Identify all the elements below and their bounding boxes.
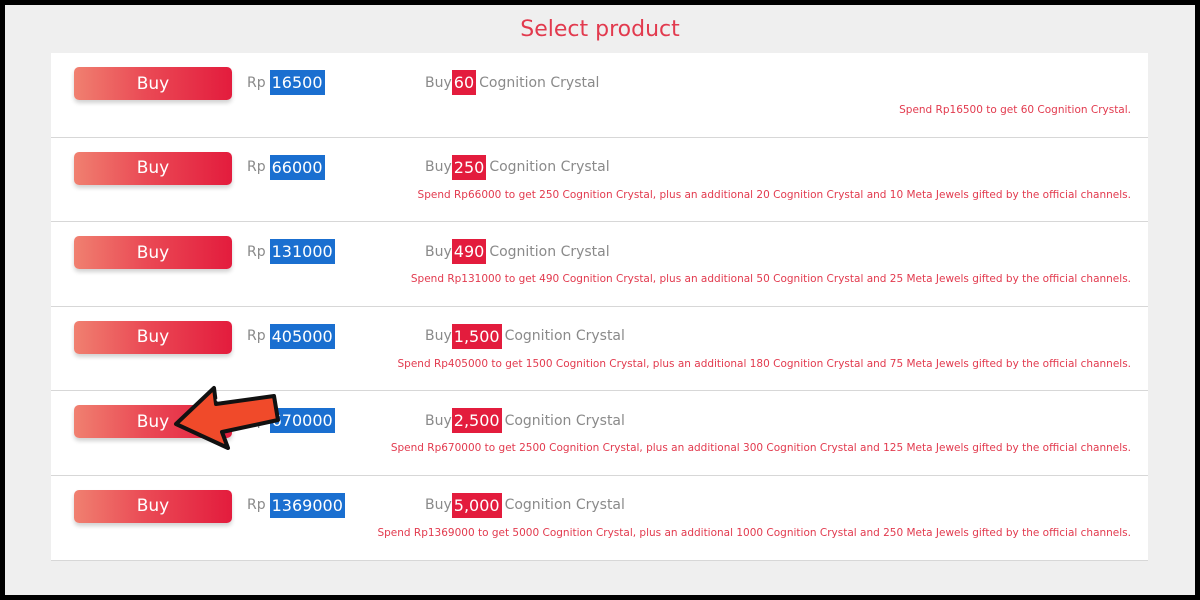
offer: Buy 490 Cognition Crystal <box>425 239 610 265</box>
currency-label: Rp <box>247 497 266 514</box>
item-name: Cognition Crystal <box>504 497 625 514</box>
item-name: Cognition Crystal <box>479 74 600 91</box>
product-row: Buy Rp 1369000 Buy 5,000 Cognition Cryst… <box>51 476 1148 561</box>
buy-button[interactable]: Buy <box>74 405 232 439</box>
price: Rp 131000 <box>247 239 335 265</box>
price: Rp 16500 <box>247 70 325 95</box>
buy-button[interactable]: Buy <box>74 151 232 185</box>
offer-detail: Spend Rp670000 to get 2500 Cognition Cry… <box>390 442 1131 455</box>
currency-label: Rp <box>247 328 266 345</box>
offer-detail: Spend Rp1369000 to get 5000 Cognition Cr… <box>377 526 1131 539</box>
page-title: Select product <box>520 17 680 42</box>
quantity-badge: 60 <box>451 70 477 95</box>
buy-button[interactable]: Buy <box>74 236 232 270</box>
offer-prefix: Buy <box>425 159 452 176</box>
offer: Buy 2,500 Cognition Crystal <box>425 408 625 434</box>
quantity-badge: 5,000 <box>451 492 502 518</box>
buy-button[interactable]: Buy <box>74 67 232 100</box>
price-amount: 66000 <box>269 154 325 180</box>
currency-label: Rp <box>247 74 266 91</box>
product-list: Buy Rp 16500 Buy 60 Cognition Crystal Sp… <box>51 53 1148 561</box>
quantity-badge: 2,500 <box>451 408 502 434</box>
price-amount: 131000 <box>269 239 335 265</box>
price: Rp 670000 <box>247 408 335 434</box>
price-amount: 1369000 <box>269 492 345 518</box>
offer-prefix: Buy <box>425 74 452 91</box>
offer: Buy 250 Cognition Crystal <box>425 154 610 180</box>
product-row: Buy Rp 405000 Buy 1,500 Cognition Crysta… <box>51 307 1148 392</box>
item-name: Cognition Crystal <box>504 412 625 429</box>
offer-detail: Spend Rp16500 to get 60 Cognition Crysta… <box>899 104 1131 116</box>
offer-detail: Spend Rp405000 to get 1500 Cognition Cry… <box>397 357 1131 370</box>
price: Rp 66000 <box>247 154 325 180</box>
product-row: Buy Rp 66000 Buy 250 Cognition Crystal S… <box>51 138 1148 223</box>
price: Rp 405000 <box>247 323 335 349</box>
quantity-badge: 490 <box>451 239 487 265</box>
price-amount: 670000 <box>269 408 335 434</box>
quantity-badge: 1,500 <box>451 323 502 349</box>
item-name: Cognition Crystal <box>504 328 625 345</box>
buy-button[interactable]: Buy <box>74 320 232 354</box>
currency-label: Rp <box>247 243 266 260</box>
product-row: Buy Rp 16500 Buy 60 Cognition Crystal Sp… <box>51 53 1148 138</box>
page-frame: Select product Buy Rp 16500 Buy 60 Cogni… <box>5 5 1195 595</box>
price: Rp 1369000 <box>247 492 345 518</box>
offer-prefix: Buy <box>425 497 452 514</box>
buy-button[interactable]: Buy <box>74 489 232 523</box>
product-row: Buy Rp 670000 Buy 2,500 Cognition Crysta… <box>51 391 1148 476</box>
item-name: Cognition Crystal <box>489 243 610 260</box>
currency-label: Rp <box>247 412 266 429</box>
offer: Buy 60 Cognition Crystal <box>425 70 599 95</box>
offer-prefix: Buy <box>425 412 452 429</box>
currency-label: Rp <box>247 159 266 176</box>
product-row: Buy Rp 131000 Buy 490 Cognition Crystal … <box>51 222 1148 307</box>
price-amount: 16500 <box>269 70 325 95</box>
offer-prefix: Buy <box>425 328 452 345</box>
offer: Buy 1,500 Cognition Crystal <box>425 323 625 349</box>
price-amount: 405000 <box>269 323 335 349</box>
offer-detail: Spend Rp66000 to get 250 Cognition Cryst… <box>417 188 1131 201</box>
offer-prefix: Buy <box>425 243 452 260</box>
quantity-badge: 250 <box>451 154 487 180</box>
offer-detail: Spend Rp131000 to get 490 Cognition Crys… <box>410 273 1131 286</box>
offer: Buy 5,000 Cognition Crystal <box>425 492 625 518</box>
item-name: Cognition Crystal <box>489 159 610 176</box>
